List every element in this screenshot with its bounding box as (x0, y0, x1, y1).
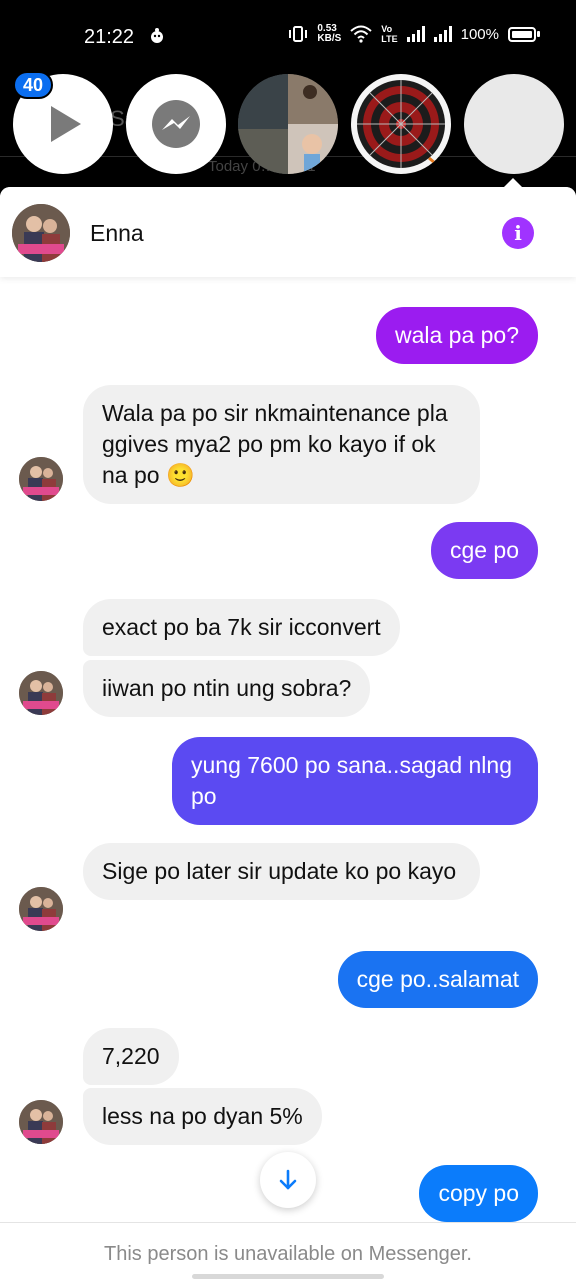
arrow-down-icon (276, 1168, 300, 1192)
chat-panel: Enna i wala pa po? Wala pa po sir nkmain… (0, 187, 576, 1280)
message-bubble-incoming[interactable]: 7,220 (83, 1028, 179, 1085)
contact-avatar[interactable] (12, 204, 70, 262)
message-bubble-incoming[interactable]: exact po ba 7k sir icconvert (83, 599, 400, 656)
sender-avatar (19, 1100, 63, 1144)
message-bubble-incoming[interactable]: Wala pa po sir nkmaintenance pla ggives … (83, 385, 480, 504)
volte-indicator: Vo LTE (381, 24, 397, 44)
vibrate-icon (288, 25, 308, 43)
status-bar: 21:22 0.53 KB/S Vo LTE 100% (0, 0, 576, 70)
signal-icon-1 (406, 26, 425, 42)
info-icon[interactable]: i (502, 217, 534, 249)
dartboard-icon (357, 80, 445, 172)
play-icon (39, 100, 87, 148)
message-bubble-outgoing[interactable]: wala pa po? (375, 307, 538, 364)
chat-head-blank[interactable] (464, 74, 564, 174)
sender-avatar (19, 457, 63, 501)
status-time: 21:22 (84, 26, 135, 48)
unavailable-notice: This person is unavailable on Messenger. (0, 1222, 576, 1280)
chat-head-messenger[interactable] (126, 74, 226, 174)
chat-head-photo[interactable] (238, 74, 338, 174)
net-speed-unit: KB/S (317, 33, 342, 44)
notification-icon (148, 27, 166, 45)
status-icons: 0.53 KB/S Vo LTE 100% (288, 24, 540, 44)
battery-tip (537, 31, 540, 37)
message-bubble-incoming[interactable]: Sige po later sir update ko po kayo (83, 843, 480, 900)
home-indicator[interactable] (192, 1274, 384, 1279)
scroll-to-bottom-button[interactable] (260, 1152, 316, 1208)
volte-bottom: LTE (381, 34, 398, 44)
message-bubble-outgoing[interactable]: cge po (430, 522, 538, 579)
sender-avatar (19, 671, 63, 715)
volte-top: Vo (381, 24, 393, 34)
message-list: wala pa po? Wala pa po sir nkmaintenance… (0, 277, 576, 1222)
battery-icon (508, 26, 536, 42)
sender-avatar (19, 887, 63, 931)
message-bubble-outgoing[interactable]: yung 7600 po sana..sagad nlng po (172, 737, 538, 825)
photo-collage-icon (238, 74, 338, 174)
messenger-icon (150, 98, 202, 150)
chat-head-dartboard[interactable] (351, 74, 451, 174)
unread-badge: 40 (13, 71, 53, 99)
battery-percent: 100% (460, 25, 499, 43)
message-bubble-outgoing[interactable]: copy po (419, 1165, 538, 1222)
message-bubble-incoming[interactable]: less na po dyan 5% (83, 1088, 322, 1145)
signal-icon-2 (433, 26, 452, 42)
chat-header: Enna i (0, 187, 576, 277)
wifi-icon (350, 25, 372, 43)
message-bubble-outgoing[interactable]: cge po..salamat (337, 951, 538, 1008)
network-speed: 0.53 KB/S (317, 24, 341, 44)
message-bubble-incoming[interactable]: iiwan po ntin ung sobra? (83, 660, 371, 717)
contact-name[interactable]: Enna (90, 220, 144, 247)
